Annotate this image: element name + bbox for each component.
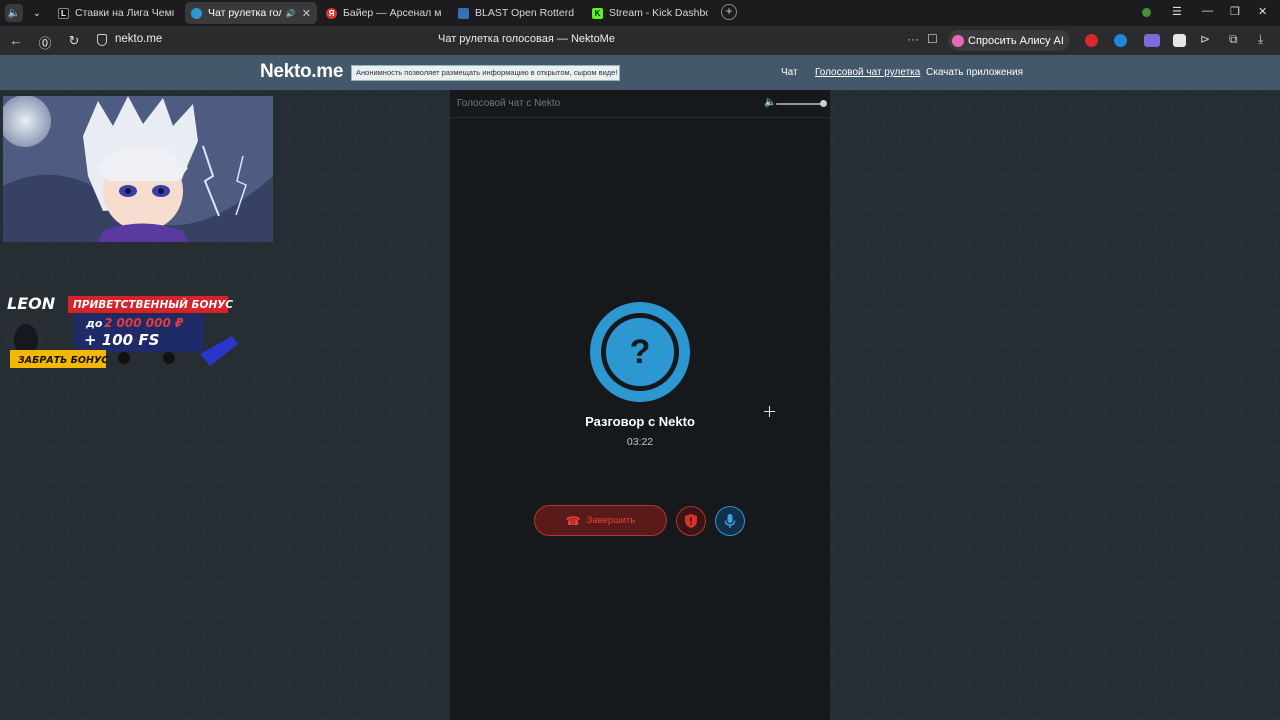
collections-icon[interactable]: ⧉ <box>1229 32 1238 47</box>
leon-ad-banner[interactable]: LEON ПРИВЕТСТВЕННЫЙ БОНУС до 2 000 000 ₽… <box>4 294 240 374</box>
tab-bets[interactable]: L Ставки на Лига Чемпион <box>52 2 180 24</box>
tab-kick-dashboard[interactable]: K Stream - Kick Dashboard <box>586 2 714 24</box>
tab-favicon-icon: Я <box>326 7 337 19</box>
nav-chat[interactable]: Чат <box>781 67 798 78</box>
volume-slider-handle[interactable] <box>820 100 827 107</box>
tab-favicon-icon: K <box>592 7 603 19</box>
extension-blue-icon[interactable] <box>1114 34 1127 47</box>
tab-favicon-icon <box>458 7 469 19</box>
tab-blast-rotterdam[interactable]: BLAST Open Rotterdam 2 <box>452 2 580 24</box>
tab-nekto-voice-chat[interactable]: Чат рулетка голосо 🔊 ✕ <box>185 2 317 24</box>
back-icon[interactable]: ← <box>8 33 24 48</box>
nav-download-apps[interactable]: Скачать приложения <box>926 67 1023 78</box>
crosshair-cursor-icon <box>764 406 775 417</box>
tab-title: Чат рулетка голосо <box>208 7 282 19</box>
restore-icon[interactable]: ❐ <box>1230 5 1240 18</box>
tab-bayer-arsenal[interactable]: Я Байер — Арсенал матч — <box>320 2 447 24</box>
tab-playing-audio-icon[interactable]: 🔊 <box>286 9 296 18</box>
end-call-button[interactable]: ☎ Завершить <box>534 505 667 536</box>
more-icon[interactable]: ··· <box>907 32 919 46</box>
avatar-ring: ? <box>601 313 679 391</box>
leon-fs: + 100 FS <box>84 331 159 349</box>
browser-tab-bar: 🔈 ⌄ L Ставки на Лига Чемпион Чат рулетка… <box>0 0 1280 26</box>
ask-alice-label: Спросить Алису AI <box>968 34 1064 47</box>
ask-alice-button[interactable]: Спросить Алису AI <box>948 30 1070 51</box>
end-call-label: Завершить <box>586 515 636 526</box>
downloads-icon[interactable]: ⤓ <box>1258 32 1263 47</box>
tab-list-chevron-icon[interactable]: ⌄ <box>28 4 46 22</box>
extension-red-icon[interactable] <box>1085 34 1098 47</box>
leon-headline: ПРИВЕТСТВЕННЫЙ БОНУС <box>73 298 233 311</box>
extension-grey-icon[interactable] <box>1173 34 1186 47</box>
microphone-icon <box>724 514 736 528</box>
ad-banner-image[interactable] <box>3 96 273 242</box>
volume-icon[interactable]: 🔈 <box>764 97 776 108</box>
report-button[interactable] <box>676 506 706 536</box>
page-title: Чат рулетка голосовая — NektoMe <box>438 33 615 45</box>
tab-title: Байер — Арсенал матч — <box>343 7 441 19</box>
nav-voice-chat[interactable]: Голосовой чат рулетка <box>815 67 920 78</box>
alice-icon <box>952 34 964 47</box>
volume-slider[interactable] <box>776 103 824 105</box>
tab-favicon-icon: L <box>58 7 69 19</box>
close-window-icon[interactable]: ✕ <box>1258 5 1267 18</box>
tab-title: Ставки на Лига Чемпион <box>75 7 174 19</box>
tab-audio-icon[interactable]: 🔈 <box>5 4 23 22</box>
call-timer: 03:22 <box>626 436 654 448</box>
reload-icon[interactable]: ↻ <box>66 33 82 49</box>
url-field[interactable]: nekto.me <box>115 33 162 45</box>
menu-icon[interactable]: ☰ <box>1172 5 1182 18</box>
panel-title: Голосовой чат с Nekto <box>457 98 561 109</box>
new-tab-button[interactable]: + <box>721 4 737 20</box>
bookmark-icon[interactable]: ☐ <box>927 32 938 46</box>
media-icon[interactable]: ⊳ <box>1200 32 1210 46</box>
address-bar: ← ⓪ ↻ nekto.me Чат рулетка голосовая — N… <box>0 26 1280 55</box>
protect-icon[interactable]: ⓪ <box>37 33 53 52</box>
question-mark-icon: ? <box>606 318 674 386</box>
leon-amount-prefix: до <box>85 317 103 330</box>
extension-purple-icon[interactable] <box>1144 34 1160 47</box>
hang-up-icon: ☎ <box>565 513 581 528</box>
notice-banner: Анонимность позволяет размещать информац… <box>351 65 620 81</box>
site-security-icon[interactable] <box>97 34 107 46</box>
site-header: Nekto.me Анонимность позволяет размещать… <box>0 55 1280 90</box>
voice-chat-panel: Голосовой чат с Nekto 🔈 ? Разговор с Nek… <box>450 90 830 720</box>
site-logo[interactable]: Nekto.me <box>260 61 343 83</box>
leon-amount: 2 000 000 ₽ <box>104 316 184 330</box>
extension-status-icon[interactable] <box>1142 8 1151 17</box>
microphone-button[interactable] <box>715 506 745 536</box>
tab-title: BLAST Open Rotterdam 2 <box>475 7 574 19</box>
leon-cta[interactable]: ЗАБРАТЬ БОНУС <box>18 355 108 366</box>
tab-title: Stream - Kick Dashboard <box>609 7 708 19</box>
tab-close-icon[interactable]: ✕ <box>302 7 311 20</box>
panel-header: Голосовой чат с Nekto 🔈 <box>450 90 830 118</box>
leon-brand: LEON <box>7 294 56 313</box>
partner-avatar: ? <box>590 302 690 402</box>
tab-favicon-icon <box>191 7 202 19</box>
minimize-icon[interactable]: — <box>1202 5 1213 17</box>
shield-icon <box>685 514 697 528</box>
